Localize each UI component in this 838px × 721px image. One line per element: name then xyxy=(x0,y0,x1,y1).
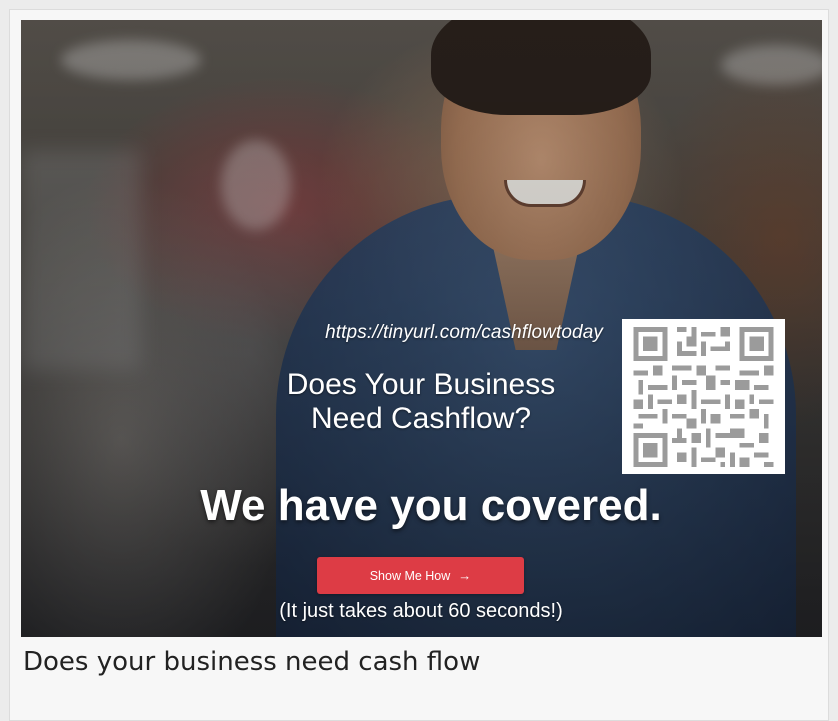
qr-code[interactable] xyxy=(622,319,785,474)
headline: Does Your Business Need Cashflow? xyxy=(221,368,621,436)
arrow-right-icon: → xyxy=(458,568,472,583)
hero-image[interactable]: https://tinyurl.com/cashflowtoday Does Y… xyxy=(21,20,822,637)
time-note: (It just takes about 60 seconds!) xyxy=(279,600,563,622)
show-me-how-button[interactable]: Show Me How → xyxy=(317,557,524,594)
tagline: We have you covered. xyxy=(200,481,662,530)
post-caption: Does your business need cash flow xyxy=(23,647,481,677)
qr-code-icon xyxy=(633,327,774,467)
headline-line-1: Does Your Business xyxy=(286,368,556,401)
headline-line-2: Need Cashflow? xyxy=(310,402,532,435)
promo-url: https://tinyurl.com/cashflowtoday xyxy=(325,322,603,343)
cta-label: Show Me How xyxy=(369,568,451,583)
